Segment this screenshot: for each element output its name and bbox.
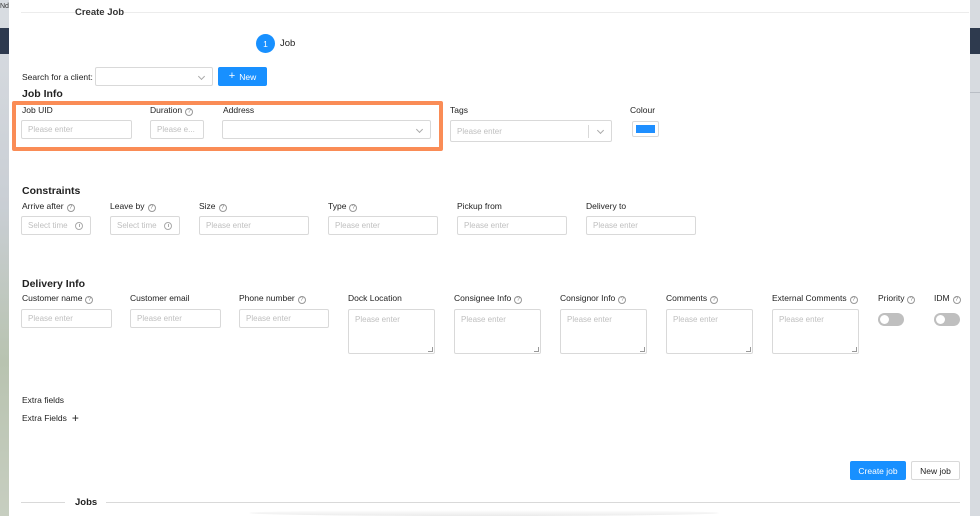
help-icon[interactable]: ?	[710, 296, 719, 304]
help-icon[interactable]: ?	[85, 296, 94, 304]
clock-icon	[164, 221, 172, 230]
step-indicator: 1 Job	[256, 34, 295, 53]
idm-label: IDM?	[934, 293, 961, 304]
external-comments-label: External Comments?	[772, 293, 858, 304]
client-search-label: Search for a client:	[22, 72, 93, 82]
constraints-title: Constraints	[22, 185, 81, 197]
consignee-info-label: Consignee Info?	[454, 293, 523, 304]
colour-picker[interactable]	[632, 121, 659, 137]
resize-handle-icon[interactable]	[534, 347, 539, 352]
priority-toggle[interactable]	[878, 313, 904, 326]
jobs-divider-left	[21, 502, 65, 503]
address-label: Address	[223, 105, 255, 115]
help-icon[interactable]: ?	[514, 296, 523, 304]
help-icon[interactable]: ?	[297, 296, 306, 304]
colour-label: Colour	[630, 105, 656, 115]
background-left-edge	[0, 0, 9, 516]
consignor-info-textarea[interactable]: Please enter	[560, 309, 647, 354]
type-input[interactable]: Please enter	[328, 216, 438, 235]
size-label: Size?	[199, 201, 227, 212]
help-icon[interactable]: ?	[147, 204, 156, 212]
background-top-text: Nd	[0, 3, 9, 10]
help-icon[interactable]: ?	[185, 108, 194, 116]
type-label: Type?	[328, 201, 358, 212]
chevron-down-icon	[415, 125, 424, 133]
new-client-button[interactable]: + New	[218, 67, 267, 86]
help-icon[interactable]: ?	[349, 204, 358, 212]
job-info-title: Job Info	[22, 88, 63, 100]
jobs-divider-right	[106, 502, 960, 503]
resize-handle-icon[interactable]	[852, 347, 857, 352]
arrive-after-time-picker[interactable]: Select time	[21, 216, 91, 235]
external-comments-textarea[interactable]: Please enter	[772, 309, 859, 354]
help-icon[interactable]: ?	[618, 296, 627, 304]
delivery-to-label: Delivery to	[586, 201, 627, 211]
resize-handle-icon[interactable]	[746, 347, 751, 352]
new-job-button[interactable]: New job	[911, 461, 960, 480]
jobs-divider-label: Jobs	[75, 497, 98, 508]
address-select[interactable]	[222, 120, 431, 139]
comments-label: Comments?	[666, 293, 719, 304]
comments-textarea[interactable]: Please enter	[666, 309, 753, 354]
dock-location-label: Dock Location	[348, 293, 402, 303]
resize-handle-icon[interactable]	[428, 347, 433, 352]
colour-swatch	[636, 125, 655, 133]
pickup-from-label: Pickup from	[457, 201, 502, 211]
duration-label: Duration?	[150, 105, 194, 116]
arrive-after-label: Arrive after?	[22, 201, 75, 212]
tags-select[interactable]: Please enter	[450, 120, 612, 142]
bottom-shadow	[249, 510, 719, 516]
delivery-to-input[interactable]: Please enter	[586, 216, 696, 235]
customer-name-label: Customer name?	[22, 293, 94, 304]
job-uid-input[interactable]: Please enter	[21, 120, 132, 139]
leave-by-label: Leave by?	[110, 201, 156, 212]
customer-email-input[interactable]: Please enter	[130, 309, 221, 328]
consignee-info-textarea[interactable]: Please enter	[454, 309, 541, 354]
size-input[interactable]: Please enter	[199, 216, 309, 235]
help-icon[interactable]: ?	[907, 296, 916, 304]
plus-icon: +	[228, 70, 236, 82]
step-number: 1	[256, 34, 275, 53]
pickup-from-input[interactable]: Please enter	[457, 216, 567, 235]
priority-label: Priority?	[878, 293, 916, 304]
delivery-info-title: Delivery Info	[22, 278, 86, 290]
help-icon[interactable]: ?	[849, 296, 858, 304]
duration-input[interactable]: Please e...	[150, 120, 204, 139]
chevron-down-icon	[197, 72, 206, 80]
extra-fields-title: Extra fields	[22, 395, 65, 405]
customer-name-input[interactable]: Please enter	[21, 309, 112, 328]
phone-number-label: Phone number?	[239, 293, 306, 304]
consignor-info-label: Consignor Info?	[560, 293, 627, 304]
idm-toggle[interactable]	[934, 313, 960, 326]
create-job-modal: Create Job 1 Job Search for a client: + …	[9, 0, 970, 516]
help-icon[interactable]: ?	[952, 296, 961, 304]
add-extra-field-button[interactable]: Extra Fields +	[22, 411, 79, 425]
background-right-edge	[970, 0, 980, 516]
leave-by-time-picker[interactable]: Select time	[110, 216, 180, 235]
title-divider	[21, 12, 969, 13]
select-divider	[588, 125, 589, 138]
job-uid-label: Job UID	[22, 105, 53, 115]
toggle-knob	[880, 315, 889, 324]
dock-location-textarea[interactable]: Please enter	[348, 309, 435, 354]
client-search-select[interactable]	[95, 67, 213, 86]
modal-title: Create Job	[75, 7, 125, 18]
step-label: Job	[280, 38, 296, 49]
phone-number-input[interactable]: Please enter	[239, 309, 329, 328]
create-job-button[interactable]: Create job	[850, 461, 906, 480]
plus-icon: +	[71, 411, 79, 425]
tags-label: Tags	[450, 105, 468, 115]
customer-email-label: Customer email	[130, 293, 190, 303]
resize-handle-icon[interactable]	[640, 347, 645, 352]
help-icon[interactable]: ?	[218, 204, 227, 212]
clock-icon	[75, 221, 83, 230]
toggle-knob	[936, 315, 945, 324]
chevron-down-icon	[596, 126, 605, 135]
help-icon[interactable]: ?	[66, 204, 75, 212]
